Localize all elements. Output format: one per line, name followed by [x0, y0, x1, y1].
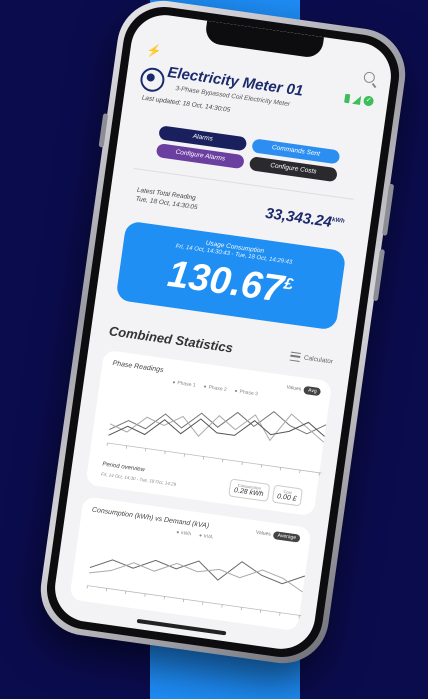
phone-screen: ⚡ Electricity Meter 01 3-Phase Bypassed …: [50, 10, 396, 654]
filter-icon: [289, 351, 301, 362]
consumption-card: Consumption (kWh) vs Demand (kVA) Values…: [69, 496, 312, 632]
reading-unit: kWh: [331, 216, 346, 225]
consumption-box: Consumption 0.28 kWh: [228, 478, 270, 502]
search-icon[interactable]: [363, 71, 376, 84]
calculator-button[interactable]: Calculator: [289, 351, 334, 367]
check-icon: ✓: [362, 95, 375, 107]
section-title: Combined Statistics: [108, 323, 234, 356]
box-value: 0.00 £: [276, 493, 297, 503]
phone-device: ⚡ Electricity Meter 01 3-Phase Bypassed …: [34, 0, 412, 670]
toggle-off-label: Values: [286, 384, 302, 393]
phase-readings-card: Phase Readings Values Avg Phase 1 Phase …: [85, 349, 333, 517]
series-line: [108, 418, 325, 437]
usage-currency: £: [282, 275, 294, 294]
cost-box: Cost 0.00 £: [271, 484, 303, 507]
series-line: [89, 562, 303, 593]
status-icons: ✓: [344, 93, 375, 107]
x-axis: [87, 585, 302, 617]
battery-icon: [344, 93, 351, 103]
toggle-off-label: Values: [255, 529, 272, 538]
series-line: [89, 559, 306, 585]
bolt-icon[interactable]: ⚡: [146, 43, 163, 59]
reading-value: 33,343.24kWh: [264, 204, 345, 232]
meter-icon: [138, 66, 166, 94]
calculator-label: Calculator: [303, 354, 334, 366]
reading-number: 33,343.24: [264, 204, 333, 231]
signal-icon: [352, 94, 362, 105]
